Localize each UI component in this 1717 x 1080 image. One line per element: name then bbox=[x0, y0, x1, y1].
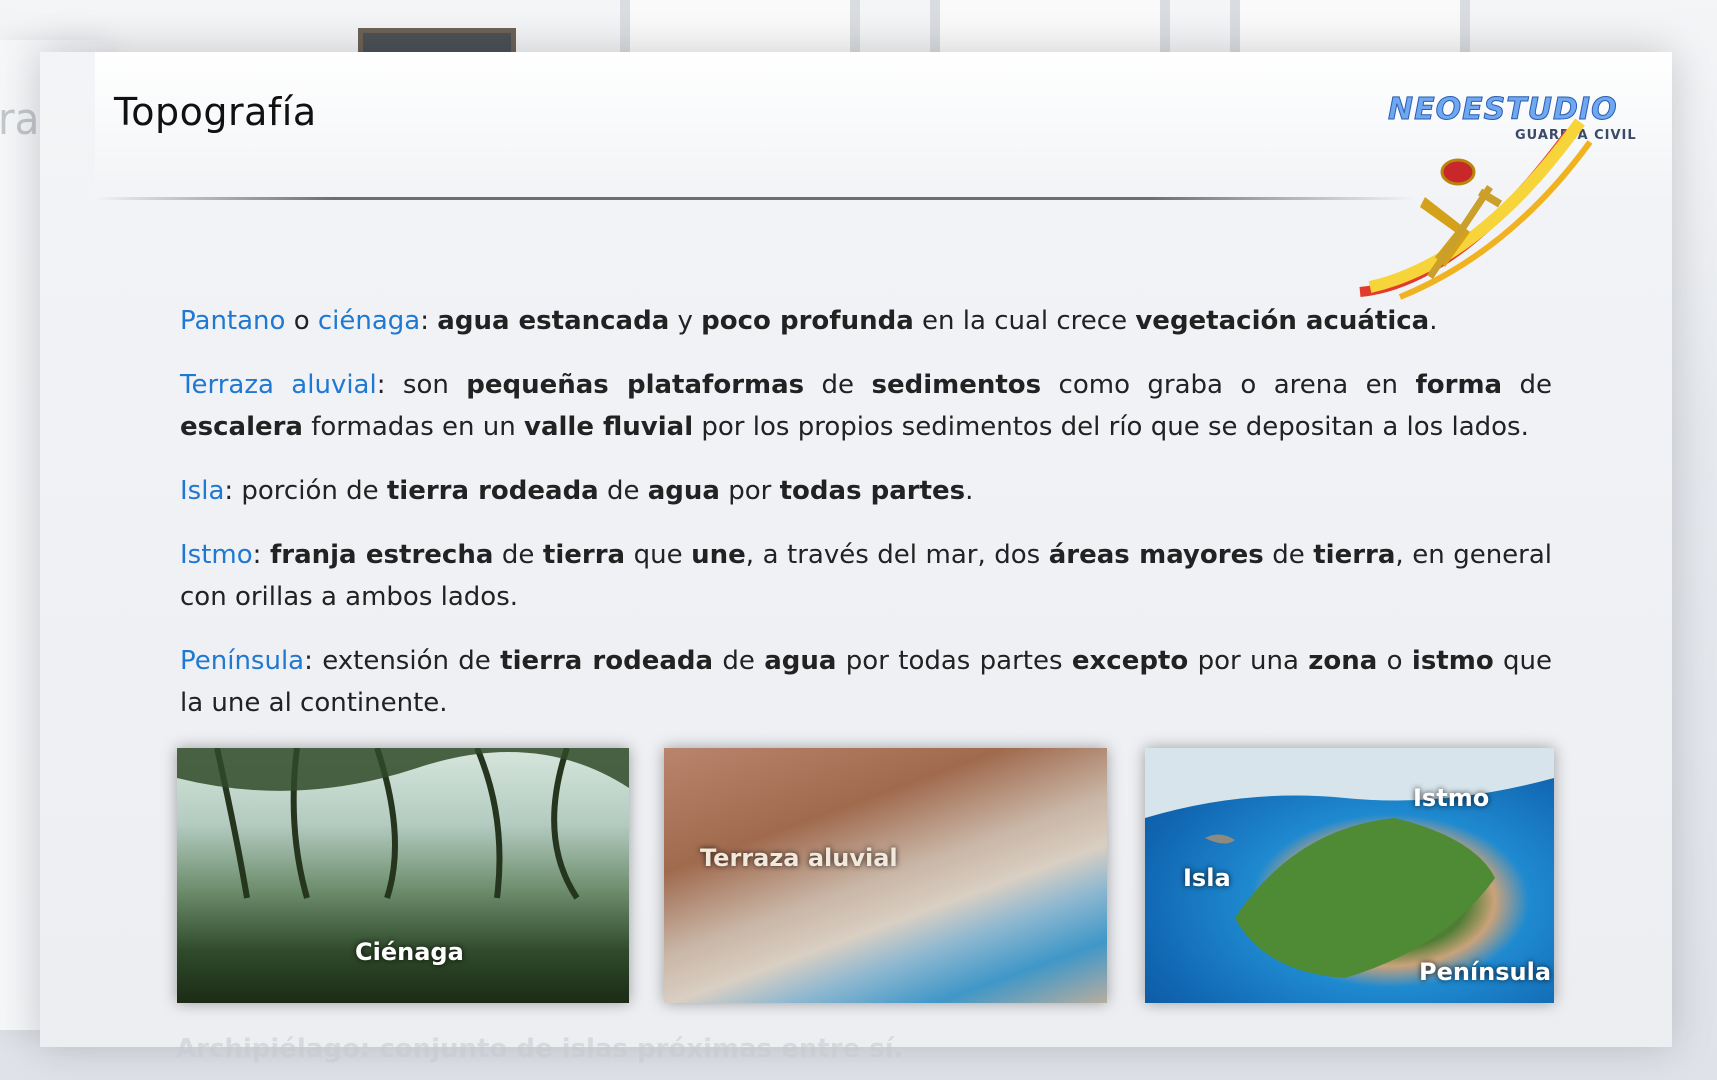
peninsula-label: Península bbox=[1419, 958, 1552, 986]
istmo-label: Istmo bbox=[1413, 784, 1490, 812]
background-window bbox=[930, 0, 1170, 60]
bold-text: tierra rodeada bbox=[386, 476, 599, 506]
definition-paragraph: Península: extensión de tierra rodeada d… bbox=[180, 640, 1552, 724]
bold-text: pequeñas plataformas bbox=[466, 370, 805, 400]
text: en la cual crece bbox=[913, 306, 1136, 336]
text: que bbox=[625, 540, 692, 570]
next-paragraph-ghost: Archipiélago: conjunto de islas próximas… bbox=[176, 1034, 904, 1064]
text: por una bbox=[1188, 646, 1309, 676]
text: : extensión de bbox=[304, 646, 501, 676]
text: de bbox=[1502, 370, 1553, 400]
bold-text: istmo bbox=[1411, 646, 1494, 676]
bold-text: todas partes bbox=[779, 476, 966, 506]
text: de bbox=[713, 646, 765, 676]
bold-text: áreas mayores bbox=[1048, 540, 1264, 570]
guardia-civil-emblem-icon bbox=[1359, 118, 1593, 300]
definition-term: Pantano bbox=[180, 306, 286, 336]
text: de bbox=[1263, 540, 1314, 570]
text: : son bbox=[376, 370, 467, 400]
bold-text: franja estrecha bbox=[269, 540, 494, 570]
text: de bbox=[598, 476, 648, 506]
bold-text: tierra rodeada bbox=[500, 646, 714, 676]
cienaga-caption: Ciénaga bbox=[355, 938, 464, 966]
terraza-caption: Terraza aluvial bbox=[700, 844, 898, 872]
text: por los propios sedimentos del río que s… bbox=[693, 412, 1529, 442]
bold-text: tierra bbox=[542, 540, 626, 570]
text: o bbox=[285, 306, 318, 336]
text: formadas en un bbox=[302, 412, 525, 442]
isla-photo: Istmo Isla Península bbox=[1145, 748, 1554, 1003]
definition-term: Terraza aluvial bbox=[180, 370, 377, 400]
page-title: Topografía bbox=[114, 90, 317, 134]
bold-text: poco profunda bbox=[701, 306, 914, 336]
bold-text: une bbox=[691, 540, 746, 570]
bold-text: excepto bbox=[1071, 646, 1189, 676]
definition-term: Istmo bbox=[180, 540, 253, 570]
text: de bbox=[493, 540, 543, 570]
definition-paragraph: Pantano o ciénaga: agua estancada y poco… bbox=[180, 300, 1552, 342]
text: , a través del mar, dos bbox=[745, 540, 1049, 570]
bold-text: valle fluvial bbox=[524, 412, 694, 442]
definition-term: ciénaga bbox=[317, 306, 421, 336]
text: : porción de bbox=[224, 476, 387, 506]
definition-term: Península bbox=[180, 646, 305, 676]
cienaga-photo: Ciénaga bbox=[177, 748, 629, 1003]
bold-text: forma bbox=[1415, 370, 1503, 400]
text: como graba o arena en bbox=[1041, 370, 1416, 400]
bold-text: agua bbox=[764, 646, 837, 676]
definition-paragraph: Isla: porción de tierra rodeada de agua … bbox=[180, 470, 1552, 512]
definition-paragraph: Istmo: franja estrecha de tierra que une… bbox=[180, 534, 1552, 618]
bold-text: sedimentos bbox=[871, 370, 1042, 400]
header-divider bbox=[95, 197, 1415, 200]
definition-paragraph: Terraza aluvial: son pequeñas plataforma… bbox=[180, 364, 1552, 448]
text: . bbox=[1429, 306, 1438, 336]
bold-text: agua bbox=[647, 476, 720, 506]
text: : bbox=[252, 540, 270, 570]
background-window bbox=[620, 0, 860, 60]
text: por bbox=[719, 476, 780, 506]
text: de bbox=[804, 370, 872, 400]
bold-text: escalera bbox=[180, 412, 303, 442]
text: : bbox=[420, 306, 438, 336]
bold-text: tierra bbox=[1313, 540, 1396, 570]
neoestudio-logo: NEOESTUDIO GUARDIA CIVIL bbox=[1340, 92, 1640, 322]
terraza-photo: Terraza aluvial bbox=[664, 748, 1107, 1003]
text: y bbox=[669, 306, 702, 336]
text: o bbox=[1377, 646, 1412, 676]
bold-text: agua estancada bbox=[437, 306, 670, 336]
text: . bbox=[965, 476, 974, 506]
definitions-list: Pantano o ciénaga: agua estancada y poco… bbox=[180, 300, 1552, 746]
text: por todas partes bbox=[836, 646, 1072, 676]
background-window bbox=[1230, 0, 1470, 60]
isla-label: Isla bbox=[1183, 864, 1231, 892]
bold-text: zona bbox=[1308, 646, 1378, 676]
bold-text: vegetación acuática bbox=[1135, 306, 1430, 336]
definition-term: Isla bbox=[180, 476, 225, 506]
